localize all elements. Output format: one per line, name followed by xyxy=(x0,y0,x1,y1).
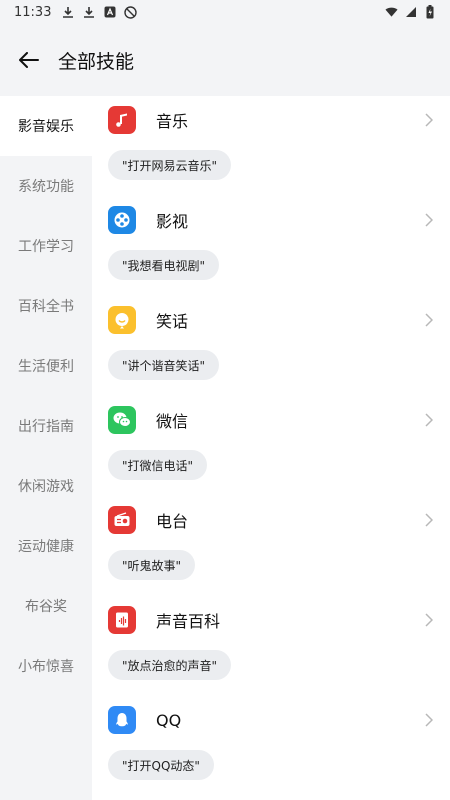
arrow-left-icon xyxy=(19,52,39,68)
sidebar-item-system[interactable]: 系统功能 xyxy=(0,156,92,216)
skill-row-radio[interactable]: 电台 xyxy=(108,500,443,540)
sidebar-item-health[interactable]: 运动健康 xyxy=(0,516,92,576)
sidebar-item-label: 布谷奖 xyxy=(25,599,67,615)
sidebar-item-encyclopedia[interactable]: 百科全书 xyxy=(0,276,92,336)
wifi-icon xyxy=(385,6,398,19)
status-bar: 11:33 xyxy=(0,0,450,24)
smile-bubble-icon xyxy=(108,306,136,334)
qq-penguin-icon xyxy=(108,706,136,734)
skill-example-chip[interactable]: "听鬼故事" xyxy=(108,550,196,580)
sound-book-icon xyxy=(108,606,136,634)
skill-name: QQ xyxy=(156,710,182,730)
skill-row-music[interactable]: 音乐 xyxy=(108,100,443,140)
sidebar-item-travel[interactable]: 出行指南 xyxy=(0,396,92,456)
skill-card-qq: QQ "打开QQ动态" xyxy=(108,700,443,800)
skill-example-chip[interactable]: "我想看电视剧" xyxy=(108,250,220,280)
page-title: 全部技能 xyxy=(58,50,135,73)
sidebar-item-label: 系统功能 xyxy=(18,179,74,195)
chevron-right-icon xyxy=(425,512,437,528)
chevron-right-icon xyxy=(425,412,437,428)
skill-row-qq[interactable]: QQ xyxy=(108,700,443,740)
chevron-right-icon xyxy=(425,612,437,628)
sidebar-item-label: 生活便利 xyxy=(18,359,74,375)
film-reel-icon xyxy=(108,206,136,234)
chevron-right-icon xyxy=(425,212,437,228)
skill-example-chip[interactable]: "打微信电话" xyxy=(108,450,208,480)
skill-row-wechat[interactable]: 微信 xyxy=(108,400,443,440)
skill-name: 声音百科 xyxy=(156,612,221,631)
skill-name: 影视 xyxy=(156,212,189,231)
sidebar-item-label: 出行指南 xyxy=(18,419,74,435)
radio-icon xyxy=(108,506,136,534)
signal-icon xyxy=(404,6,417,19)
skill-row-jokes[interactable]: 笑话 xyxy=(108,300,443,340)
skill-example-chip[interactable]: "打开QQ动态" xyxy=(108,750,214,780)
music-note-icon xyxy=(108,106,136,134)
skill-name: 电台 xyxy=(156,512,189,531)
notification-a-icon xyxy=(103,6,116,19)
skill-example-chip[interactable]: "放点治愈的声音" xyxy=(108,650,232,680)
sidebar-item-awards[interactable]: 布谷奖 xyxy=(0,576,92,636)
sidebar-item-games[interactable]: 休闲游戏 xyxy=(0,456,92,516)
category-sidebar: 影音娱乐 系统功能 工作学习 百科全书 生活便利 出行指南 休闲游戏 运动健康 … xyxy=(0,96,92,696)
sidebar-item-entertainment[interactable]: 影音娱乐 xyxy=(0,96,92,156)
skill-row-video[interactable]: 影视 xyxy=(108,200,443,240)
back-button[interactable] xyxy=(14,45,44,75)
sidebar-item-label: 影音娱乐 xyxy=(18,119,74,135)
sidebar-item-surprise[interactable]: 小布惊喜 xyxy=(0,636,92,696)
sidebar-item-label: 运动健康 xyxy=(18,539,74,555)
header: 全部技能 xyxy=(0,38,450,82)
skill-card-sound-encyclopedia: 声音百科 "放点治愈的声音" xyxy=(108,600,443,700)
download-icon xyxy=(61,6,74,19)
chevron-right-icon xyxy=(425,112,437,128)
wechat-icon xyxy=(108,406,136,434)
sidebar-item-label: 休闲游戏 xyxy=(18,479,74,495)
skill-example-chip[interactable]: "讲个谐音笑话" xyxy=(108,350,220,380)
skill-card-wechat: 微信 "打微信电话" xyxy=(108,400,443,500)
battery-charging-icon xyxy=(423,5,436,19)
skill-example-chip[interactable]: "打开网易云音乐" xyxy=(108,150,232,180)
skill-row-sound-encyclopedia[interactable]: 声音百科 xyxy=(108,600,443,640)
sidebar-item-work-study[interactable]: 工作学习 xyxy=(0,216,92,276)
skill-card-music: 音乐 "打开网易云音乐" xyxy=(108,100,443,200)
sidebar-item-label: 小布惊喜 xyxy=(18,659,74,675)
chevron-right-icon xyxy=(425,312,437,328)
skill-card-video: 影视 "我想看电视剧" xyxy=(108,200,443,300)
sidebar-item-life[interactable]: 生活便利 xyxy=(0,336,92,396)
skill-card-jokes: 笑话 "讲个谐音笑话" xyxy=(108,300,443,400)
download-icon-2 xyxy=(82,6,95,19)
sidebar-item-label: 百科全书 xyxy=(18,299,74,315)
no-sync-icon xyxy=(124,5,138,19)
skill-card-radio: 电台 "听鬼故事" xyxy=(108,500,443,600)
chevron-right-icon xyxy=(425,712,437,728)
status-time: 11:33 xyxy=(14,4,52,20)
sidebar-item-label: 工作学习 xyxy=(18,239,74,255)
skill-name: 音乐 xyxy=(156,112,189,131)
skill-name: 微信 xyxy=(156,412,189,431)
skill-name: 笑话 xyxy=(156,312,189,331)
